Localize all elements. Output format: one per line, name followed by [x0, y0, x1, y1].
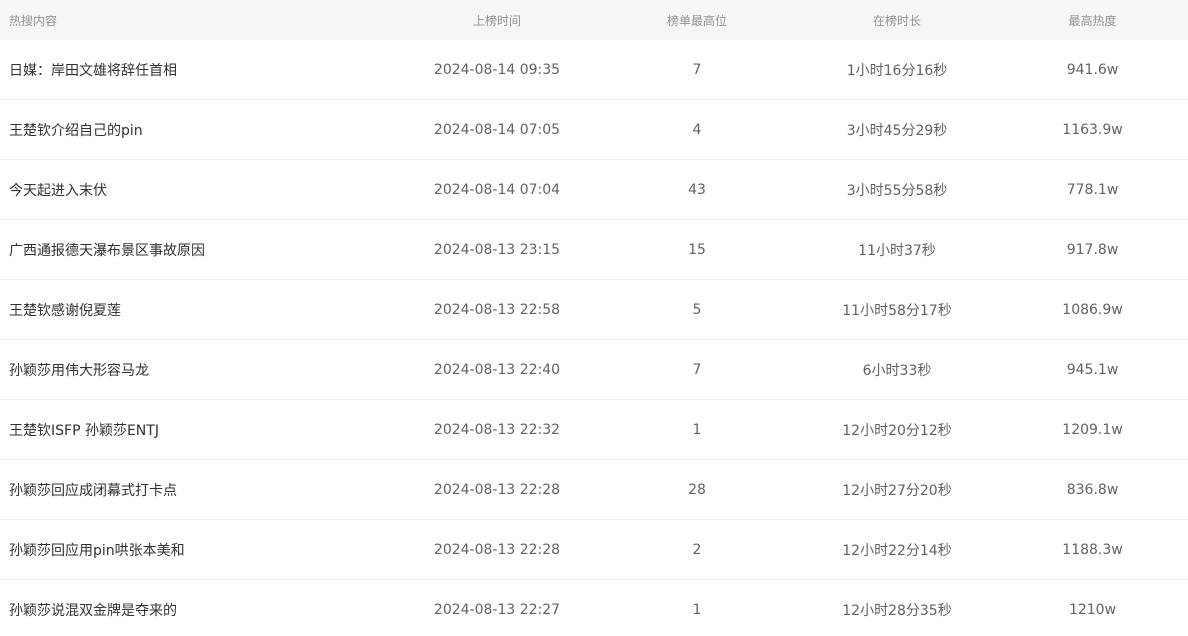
listed-time: 2024-08-13 22:40 [433, 361, 561, 378]
table-row[interactable]: 王楚钦感谢倪夏莲 2024-08-13 22:58 5 11小时58分17秒 1… [0, 280, 1188, 340]
max-heat: 1163.9w [1062, 121, 1123, 138]
listed-time: 2024-08-14 07:05 [433, 121, 561, 138]
hot-search-title[interactable]: 孙颖莎回应用pin哄张本美和 [0, 540, 397, 560]
hot-search-title[interactable]: 孙颖莎说混双金牌是夺来的 [0, 600, 397, 620]
table-row[interactable]: 王楚钦介绍自己的pin 2024-08-14 07:05 4 3小时45分29秒… [0, 100, 1188, 160]
duration-on-list: 11小时58分17秒 [842, 302, 952, 319]
max-heat: 941.6w [1066, 61, 1119, 78]
table-row[interactable]: 王楚钦ISFP 孙颖莎ENTJ 2024-08-13 22:32 1 12小时2… [0, 400, 1188, 460]
max-heat: 917.8w [1066, 241, 1119, 258]
max-heat: 1188.3w [1062, 541, 1123, 558]
column-header-duration[interactable]: 在榜时长 [797, 12, 997, 29]
column-header-rank[interactable]: 榜单最高位 [597, 12, 797, 29]
highest-rank: 28 [688, 481, 706, 498]
hot-search-title[interactable]: 王楚钦ISFP 孙颖莎ENTJ [0, 420, 397, 440]
table-row[interactable]: 今天起进入末伏 2024-08-14 07:04 43 3小时55分58秒 77… [0, 160, 1188, 220]
max-heat: 1086.9w [1062, 301, 1123, 318]
hot-search-title[interactable]: 孙颖莎回应成闭幕式打卡点 [0, 480, 397, 500]
highest-rank: 43 [688, 181, 706, 198]
column-header-time[interactable]: 上榜时间 [397, 12, 597, 29]
duration-on-list: 12小时20分12秒 [842, 422, 952, 439]
max-heat: 945.1w [1066, 361, 1119, 378]
table-row[interactable]: 孙颖莎用伟大形容马龙 2024-08-13 22:40 7 6小时33秒 945… [0, 340, 1188, 400]
highest-rank: 4 [692, 121, 702, 138]
hot-search-title[interactable]: 王楚钦感谢倪夏莲 [0, 300, 397, 320]
duration-on-list: 12小时27分20秒 [842, 482, 952, 499]
hot-search-table: 热搜内容 上榜时间 榜单最高位 在榜时长 最高热度 日媒：岸田文雄将辞任首相 2… [0, 0, 1188, 636]
listed-time: 2024-08-14 07:04 [433, 181, 561, 198]
table-row[interactable]: 孙颖莎回应成闭幕式打卡点 2024-08-13 22:28 28 12小时27分… [0, 460, 1188, 520]
hot-search-title[interactable]: 日媒：岸田文雄将辞任首相 [0, 60, 397, 80]
listed-time: 2024-08-14 09:35 [433, 61, 561, 78]
highest-rank: 2 [692, 541, 702, 558]
listed-time: 2024-08-13 22:28 [433, 481, 561, 498]
hot-search-title[interactable]: 广西通报德天瀑布景区事故原因 [0, 240, 397, 260]
column-header-content[interactable]: 热搜内容 [0, 12, 397, 29]
listed-time: 2024-08-13 22:58 [433, 301, 561, 318]
hot-search-title[interactable]: 今天起进入末伏 [0, 180, 397, 200]
highest-rank: 1 [692, 421, 702, 438]
duration-on-list: 3小时55分58秒 [846, 182, 948, 199]
duration-on-list: 11小时37秒 [858, 242, 936, 259]
duration-on-list: 6小时33秒 [862, 362, 932, 379]
max-heat: 836.8w [1066, 481, 1119, 498]
listed-time: 2024-08-13 22:28 [433, 541, 561, 558]
listed-time: 2024-08-13 23:15 [433, 241, 561, 258]
highest-rank: 1 [692, 601, 702, 618]
duration-on-list: 12小时22分14秒 [842, 542, 952, 559]
hot-search-title[interactable]: 孙颖莎用伟大形容马龙 [0, 360, 397, 380]
duration-on-list: 12小时28分35秒 [842, 602, 952, 619]
column-header-heat[interactable]: 最高热度 [997, 12, 1188, 29]
max-heat: 778.1w [1066, 181, 1119, 198]
table-header: 热搜内容 上榜时间 榜单最高位 在榜时长 最高热度 [0, 0, 1188, 40]
highest-rank: 5 [692, 301, 702, 318]
hot-search-title[interactable]: 王楚钦介绍自己的pin [0, 120, 397, 140]
highest-rank: 7 [692, 61, 702, 78]
max-heat: 1210w [1068, 601, 1117, 618]
table-row[interactable]: 孙颖莎说混双金牌是夺来的 2024-08-13 22:27 1 12小时28分3… [0, 580, 1188, 636]
table-row[interactable]: 孙颖莎回应用pin哄张本美和 2024-08-13 22:28 2 12小时22… [0, 520, 1188, 580]
table-row[interactable]: 广西通报德天瀑布景区事故原因 2024-08-13 23:15 15 11小时3… [0, 220, 1188, 280]
duration-on-list: 1小时16分16秒 [846, 62, 948, 79]
table-row[interactable]: 日媒：岸田文雄将辞任首相 2024-08-14 09:35 7 1小时16分16… [0, 40, 1188, 100]
listed-time: 2024-08-13 22:27 [433, 601, 561, 618]
highest-rank: 7 [692, 361, 702, 378]
max-heat: 1209.1w [1062, 421, 1123, 438]
highest-rank: 15 [688, 241, 706, 258]
listed-time: 2024-08-13 22:32 [433, 421, 561, 438]
duration-on-list: 3小时45分29秒 [846, 122, 948, 139]
